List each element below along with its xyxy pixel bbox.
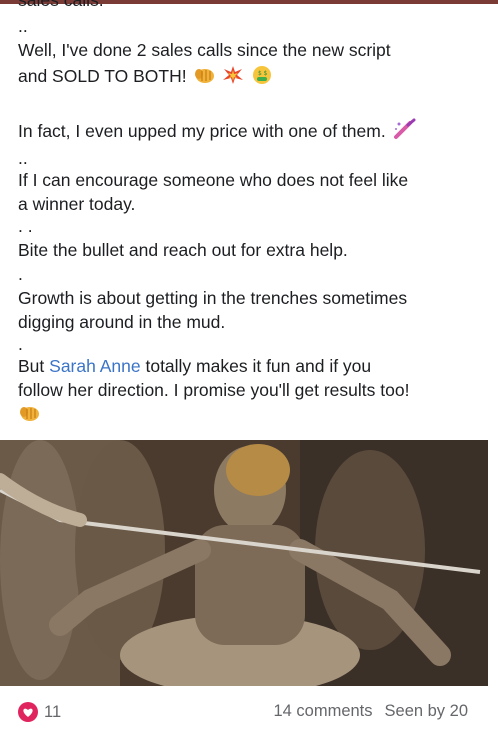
nail-polish-icon [393, 118, 417, 146]
post-line: Bite the bullet and reach out for extra … [18, 240, 348, 260]
post-line: . [18, 264, 23, 284]
post-line-text: and SOLD TO BOTH! [18, 66, 187, 86]
post-line: digging around in the mud. [18, 312, 226, 332]
reaction-count: 11 [44, 702, 62, 721]
post-line: .. [18, 148, 28, 168]
post-line: . . [18, 216, 33, 236]
post-line: . [18, 334, 23, 354]
cut-off-line: sales calls. [18, 0, 104, 10]
post-photo[interactable] [0, 440, 488, 686]
post-line-with-emoji: In fact, I even upped my price with one … [18, 118, 417, 146]
comments-count-link[interactable]: 14 comments [273, 702, 372, 721]
post-footer: 11 14 comments Seen by 20 [0, 698, 498, 728]
post-line-text: totally makes it fun and if you [140, 356, 372, 376]
mention-link[interactable]: Sarah Anne [49, 356, 140, 376]
post-line: .. [18, 16, 28, 36]
fist-bump-icon [18, 403, 40, 429]
post-line: Growth is about getting in the trenches … [18, 288, 408, 308]
fist-bump-icon [193, 65, 215, 91]
post-meta: 14 comments Seen by 20 [273, 702, 468, 721]
emoji-line [18, 402, 40, 429]
post-line: a winner today. [18, 194, 136, 214]
collision-icon [222, 65, 244, 91]
mud-run-photo-illustration [0, 440, 488, 686]
post-line-with-mention: But Sarah Anne totally makes it fun and … [18, 354, 371, 378]
reactions[interactable]: 11 [18, 702, 61, 722]
post-line: follow her direction. I promise you'll g… [18, 380, 410, 400]
heart-icon [18, 702, 38, 722]
seen-by-link[interactable]: Seen by 20 [385, 702, 468, 721]
svg-text:$: $ [258, 70, 262, 77]
post-line-text: In fact, I even upped my price with one … [18, 121, 386, 141]
post-line-with-emojis: and SOLD TO BOTH! $ $ [18, 64, 273, 91]
post-line: If I can encourage someone who does not … [18, 170, 409, 190]
post-line-text: But [18, 356, 50, 376]
money-mouth-face-icon: $ $ [251, 65, 273, 91]
svg-text:$: $ [264, 70, 268, 77]
post-line: Well, I've done 2 sales calls since the … [18, 40, 391, 60]
